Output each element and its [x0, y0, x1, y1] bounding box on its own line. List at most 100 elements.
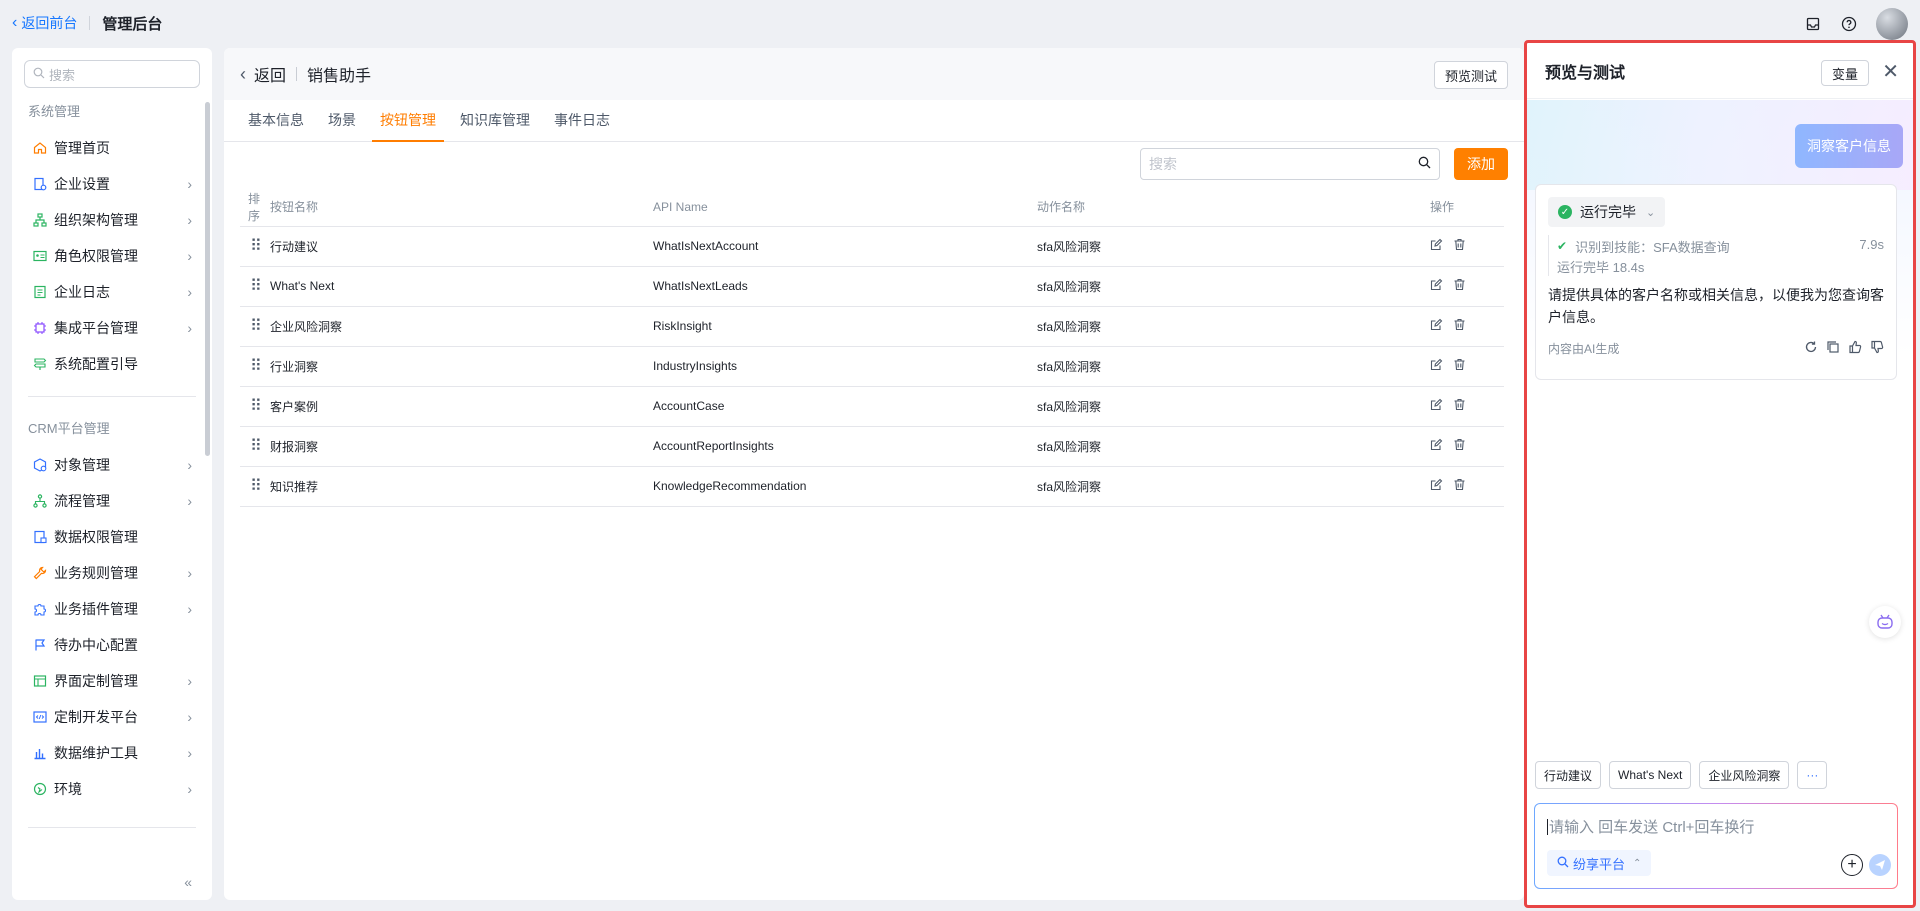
collapse-sidebar-button[interactable]: « — [184, 874, 192, 890]
delete-icon[interactable] — [1453, 478, 1466, 494]
preview-panel-title: 预览与测试 — [1545, 64, 1626, 82]
order-cell: ⠿ — [240, 346, 270, 387]
add-button[interactable]: 添加 — [1454, 148, 1508, 180]
sidebar-item[interactable]: 企业日志 › — [12, 274, 212, 310]
variables-button[interactable]: 变量 — [1820, 60, 1869, 86]
help-icon[interactable] — [1840, 15, 1858, 33]
sidebar-item[interactable]: 业务插件管理 › — [12, 591, 212, 627]
ops-cell — [1430, 306, 1504, 347]
drag-handle-icon[interactable]: ⠿ — [250, 396, 266, 416]
sidebar-item-label: 业务规则管理 — [54, 565, 138, 581]
flag-icon — [32, 637, 48, 653]
sidebar-item[interactable]: 数据权限管理 — [12, 519, 212, 555]
thumbs-up-icon[interactable] — [1848, 340, 1862, 357]
tab[interactable]: 基本信息 — [240, 100, 312, 142]
sidebar-search-input[interactable]: 搜索 — [24, 60, 200, 88]
edit-icon[interactable] — [1430, 318, 1443, 334]
sidebar-item[interactable]: 对象管理 › — [12, 447, 212, 483]
delete-icon[interactable] — [1453, 238, 1466, 254]
platform-selector[interactable]: 纷享平台 ⌃ — [1547, 850, 1652, 876]
tab[interactable]: 知识库管理 — [452, 100, 538, 142]
preview-test-button[interactable]: 预览测试 — [1433, 61, 1508, 89]
sidebar-item[interactable]: 数据维护工具 › — [12, 735, 212, 771]
edit-icon[interactable] — [1430, 398, 1443, 414]
search-icon — [1557, 856, 1569, 871]
back-label: 返回 — [254, 68, 287, 85]
id-card-icon — [32, 248, 48, 264]
sidebar-item-label: 系统配置引导 — [54, 356, 138, 372]
back-to-frontend-link[interactable]: ‹ 返回前台 — [12, 13, 77, 33]
sidebar-item[interactable]: 定制开发平台 › — [12, 699, 212, 735]
order-cell: ⠿ — [240, 306, 270, 347]
button-name-cell: 财报洞察 — [270, 426, 653, 467]
delete-icon[interactable] — [1453, 318, 1466, 334]
inbox-icon[interactable] — [1804, 15, 1822, 33]
sidebar-item[interactable]: 业务规则管理 › — [12, 555, 212, 591]
sidebar-item-label: 定制开发平台 — [54, 709, 138, 725]
edit-icon[interactable] — [1430, 478, 1443, 494]
sidebar-item[interactable]: 环境 › — [12, 771, 212, 807]
tab[interactable]: 场景 — [320, 100, 364, 142]
sidebar-group-label: CRM平台管理 — [28, 421, 110, 436]
chevron-right-icon: › — [187, 565, 192, 581]
sidebar-item[interactable]: 组织架构管理 › — [12, 202, 212, 238]
sidebar-item[interactable]: 集成平台管理 › — [12, 310, 212, 346]
sidebar-scrollbar[interactable] — [205, 102, 210, 456]
search-icon — [1418, 156, 1431, 172]
sidebar-item[interactable]: 界面定制管理 › — [12, 663, 212, 699]
regenerate-icon[interactable] — [1804, 340, 1818, 357]
thumbs-down-icon[interactable] — [1870, 340, 1884, 357]
avatar[interactable] — [1876, 8, 1908, 40]
layout-icon — [32, 673, 48, 689]
sidebar-item[interactable]: 角色权限管理 › — [12, 238, 212, 274]
assistant-bot-icon[interactable] — [1869, 606, 1901, 638]
tab[interactable]: 事件日志 — [546, 100, 618, 142]
edit-icon[interactable] — [1430, 238, 1443, 254]
ai-generated-note: 内容由AI生成 — [1548, 342, 1620, 356]
sidebar-item-label: 对象管理 — [54, 457, 110, 473]
sidebar-item[interactable]: 流程管理 › — [12, 483, 212, 519]
order-cell: ⠿ — [240, 426, 270, 467]
order-cell: ⠿ — [240, 226, 270, 267]
chat-input[interactable]: 请输入 回车发送 Ctrl+回车换行 纷享平台 ⌃ + — [1534, 803, 1898, 889]
drag-handle-icon[interactable]: ⠿ — [250, 276, 266, 296]
drag-handle-icon[interactable]: ⠿ — [250, 236, 266, 256]
column-header-action: 动作名称 — [1037, 188, 1430, 227]
sidebar-item-label: 管理首页 — [54, 140, 110, 156]
delete-icon[interactable] — [1453, 438, 1466, 454]
plus-icon[interactable]: + — [1841, 854, 1863, 876]
table-row: ⠿ 行动建议 WhatIsNextAccount sfa风险洞察 — [240, 226, 1504, 267]
run-status-chip[interactable]: ✓ 运行完毕 ⌄ — [1548, 197, 1666, 227]
drag-handle-icon[interactable]: ⠿ — [250, 436, 266, 456]
action-name-cell: sfa风险洞察 — [1037, 346, 1430, 387]
sidebar-item-label: 企业日志 — [54, 284, 110, 300]
quick-action-button[interactable]: 企业风险洞察 — [1699, 761, 1790, 789]
edit-icon[interactable] — [1430, 438, 1443, 454]
close-icon[interactable]: ✕ — [1882, 59, 1899, 84]
assistant-name: 销售助手 — [307, 68, 372, 85]
skill-trace: ✔ 识别到技能：SFA数据查询 7.9s 运行完毕 18.4s — [1548, 235, 1884, 276]
sidebar-item-label: 界面定制管理 — [54, 673, 138, 689]
sidebar-item[interactable]: 系统配置引导 — [12, 346, 212, 382]
more-actions-button[interactable]: ··· — [1797, 761, 1828, 789]
quick-action-button[interactable]: 行动建议 — [1535, 761, 1602, 789]
tab[interactable]: 按钮管理 — [372, 100, 444, 142]
delete-icon[interactable] — [1453, 278, 1466, 294]
back-button[interactable]: ‹ 返回 — [240, 62, 286, 86]
delete-icon[interactable] — [1453, 358, 1466, 374]
delete-icon[interactable] — [1453, 398, 1466, 414]
drag-handle-icon[interactable]: ⠿ — [250, 356, 266, 376]
send-icon[interactable] — [1869, 854, 1891, 876]
quick-action-button[interactable]: What's Next — [1609, 761, 1692, 789]
chat-input-placeholder: 请输入 回车发送 Ctrl+回车换行 — [1549, 819, 1755, 836]
edit-icon[interactable] — [1430, 278, 1443, 294]
copy-icon[interactable] — [1826, 340, 1840, 357]
edit-icon[interactable] — [1430, 358, 1443, 374]
table-search-input[interactable]: 搜索 — [1140, 148, 1440, 180]
drag-handle-icon[interactable]: ⠿ — [250, 316, 266, 336]
platform-label: 纷享平台 — [1573, 856, 1626, 872]
sidebar-item[interactable]: 管理首页 — [12, 130, 212, 166]
sidebar-item[interactable]: 待办中心配置 — [12, 627, 212, 663]
sidebar-item[interactable]: 企业设置 › — [12, 166, 212, 202]
drag-handle-icon[interactable]: ⠿ — [250, 476, 266, 496]
